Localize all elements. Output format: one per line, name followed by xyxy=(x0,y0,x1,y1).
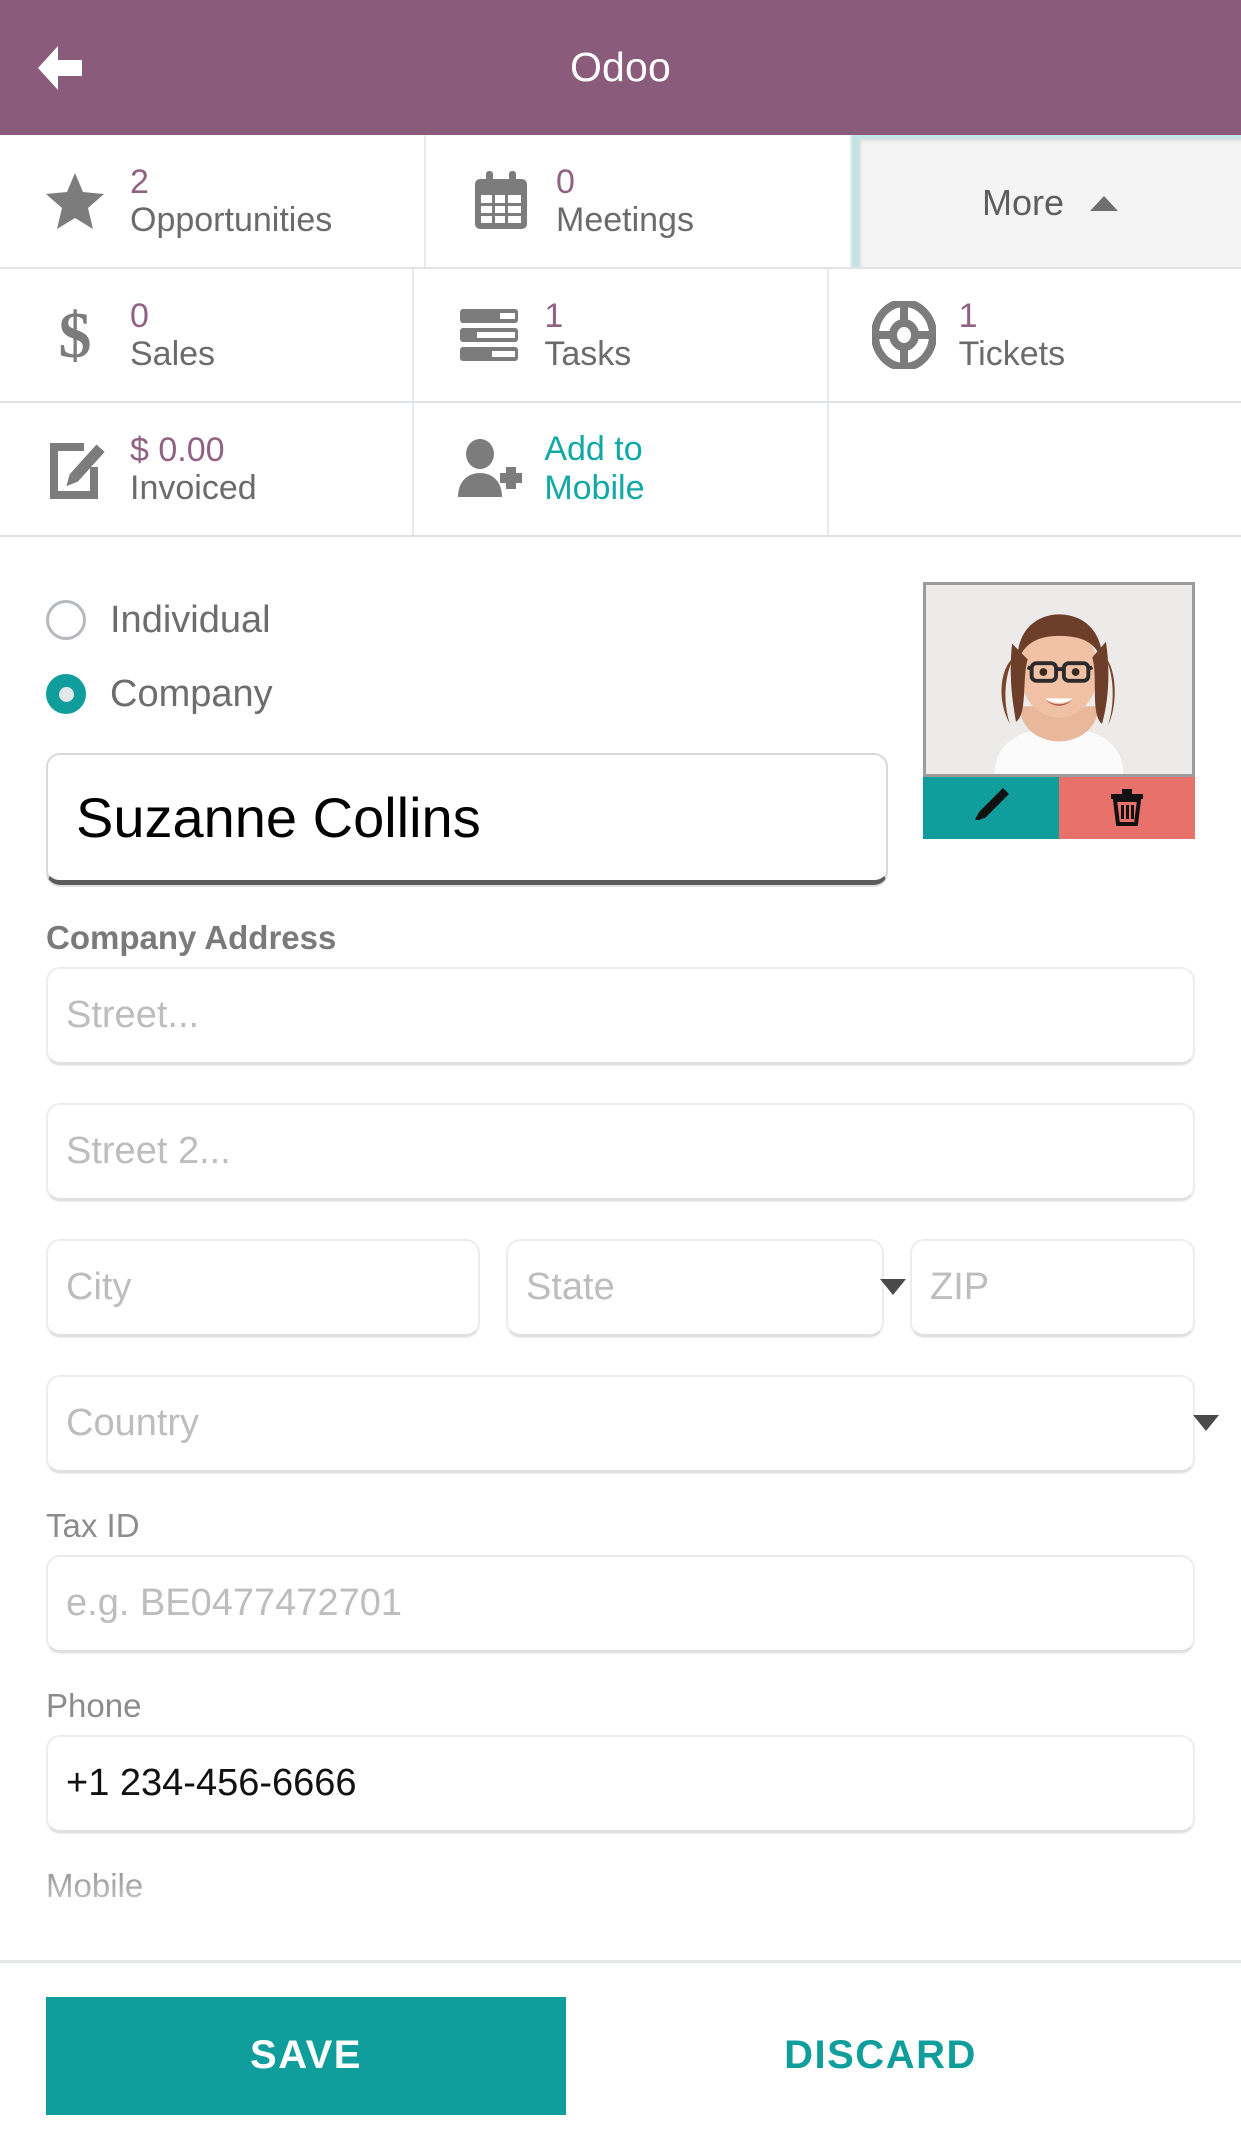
stat-label: Tickets xyxy=(958,335,1066,373)
form-action-bar: SAVE DISCARD xyxy=(0,1960,1241,2148)
tax-id-input[interactable] xyxy=(66,1582,1175,1625)
stat-text: 2 Opportunities xyxy=(130,163,332,239)
back-arrow-icon xyxy=(32,42,88,94)
stat-row: $ 0 Sales 1 Tasks 1 Tickets xyxy=(0,269,1241,403)
trash-icon xyxy=(1108,786,1146,831)
stat-label: Sales xyxy=(130,335,216,373)
tax-id-field[interactable] xyxy=(46,1555,1195,1653)
city-field[interactable] xyxy=(46,1239,480,1337)
stat-value: 1 xyxy=(544,296,564,335)
save-button[interactable]: SAVE xyxy=(46,1996,566,2115)
stat-text: $ 0.00 Invoiced xyxy=(130,431,257,507)
stat-value: $ 0.00 xyxy=(130,430,225,469)
stat-row: $ 0.00 Invoiced Add to Mobile xyxy=(0,403,1241,537)
state-field[interactable] xyxy=(506,1239,884,1337)
state-input[interactable] xyxy=(526,1266,864,1309)
radio-individual-label: Individual xyxy=(110,598,271,641)
avatar[interactable] xyxy=(923,582,1195,777)
country-field[interactable] xyxy=(46,1375,1195,1473)
stat-button-invoiced[interactable]: $ 0.00 Invoiced xyxy=(0,403,415,535)
zip-field[interactable] xyxy=(910,1239,1195,1337)
company-address-label: Company Address xyxy=(46,919,337,956)
app-header: Odoo xyxy=(0,0,1241,135)
stat-label: Invoiced xyxy=(130,469,257,507)
invoice-pencil-icon xyxy=(42,436,108,502)
stat-text: 1 Tasks xyxy=(544,297,631,373)
stat-button-opportunities[interactable]: 2 Opportunities xyxy=(0,135,426,267)
star-icon xyxy=(42,168,108,234)
more-label: More xyxy=(981,182,1065,223)
street2-field[interactable] xyxy=(46,1103,1195,1201)
radio-individual[interactable] xyxy=(46,600,86,640)
street2-input[interactable] xyxy=(66,1130,1175,1173)
calendar-icon xyxy=(468,168,534,234)
odoo-contact-form-screen: Odoo 2 Opportunities 0 Meetings More $ 0… xyxy=(0,0,1241,2148)
stat-label: Meetings xyxy=(556,201,694,239)
avatar-edit-button[interactable] xyxy=(923,777,1059,839)
country-row xyxy=(46,1375,1219,1473)
contact-form-scroll-area[interactable]: Individual Company Suzanne Collins Compa… xyxy=(0,537,1241,1960)
stat-value: 0 xyxy=(556,162,575,201)
contact-name-field[interactable] xyxy=(46,753,888,885)
zip-input[interactable] xyxy=(930,1266,1175,1309)
svg-text:$: $ xyxy=(59,301,92,369)
stat-value: 0 xyxy=(130,296,149,335)
phone-label: Phone xyxy=(46,1687,142,1724)
caret-down-icon[interactable] xyxy=(1193,1415,1219,1431)
stat-row: 2 Opportunities 0 Meetings More xyxy=(0,135,1241,269)
chevron-up-icon xyxy=(1090,195,1119,211)
stat-text: 1 Tickets xyxy=(959,297,1065,373)
stat-value: 2 xyxy=(130,162,149,201)
country-input[interactable] xyxy=(66,1402,1175,1445)
add-to-mobile-button[interactable]: Add to Mobile xyxy=(414,403,829,535)
stat-button-sales[interactable]: $ 0 Sales xyxy=(0,269,415,401)
radio-company[interactable] xyxy=(46,674,86,714)
stat-button-meetings[interactable]: 0 Meetings xyxy=(426,135,852,267)
dollar-icon: $ xyxy=(42,301,108,369)
contact-name-input[interactable] xyxy=(76,785,858,850)
tasks-icon xyxy=(456,302,522,368)
add-to-mobile-line1: Add to xyxy=(544,430,643,469)
page-title: Odoo xyxy=(569,44,672,90)
discard-button[interactable]: DISCARD xyxy=(566,1997,1195,2115)
stat-button-tickets[interactable]: 1 Tickets xyxy=(828,269,1241,401)
stat-label: Opportunities xyxy=(130,201,333,239)
mobile-label: Mobile xyxy=(46,1867,144,1904)
add-person-icon xyxy=(456,436,523,502)
pencil-icon xyxy=(971,786,1011,831)
phone-field[interactable] xyxy=(46,1735,1195,1833)
street-field[interactable] xyxy=(46,967,1195,1065)
contact-photo xyxy=(926,585,1192,774)
street-input[interactable] xyxy=(66,994,1175,1037)
city-state-zip-row xyxy=(46,1239,1195,1337)
city-input[interactable] xyxy=(66,1266,460,1309)
stat-cell-empty xyxy=(828,403,1241,535)
avatar-delete-button[interactable] xyxy=(1059,777,1195,839)
stat-label: Tasks xyxy=(544,335,632,373)
stat-text: 0 Sales xyxy=(130,297,215,373)
add-to-mobile-label: Add to Mobile xyxy=(544,430,644,508)
back-button[interactable] xyxy=(0,0,120,135)
avatar-actions xyxy=(923,777,1195,839)
add-to-mobile-line2: Mobile xyxy=(544,469,645,507)
caret-down-icon[interactable] xyxy=(880,1279,906,1295)
more-toggle-button[interactable]: More xyxy=(852,135,1241,267)
lifebuoy-icon xyxy=(871,301,937,369)
radio-company-label: Company xyxy=(110,672,273,715)
stat-value: 1 xyxy=(958,296,978,335)
stat-button-grid: 2 Opportunities 0 Meetings More $ 0 Sale… xyxy=(0,135,1241,537)
tax-id-label: Tax ID xyxy=(46,1507,140,1544)
stat-button-tasks[interactable]: 1 Tasks xyxy=(414,269,829,401)
phone-input[interactable] xyxy=(66,1762,1175,1805)
avatar-block xyxy=(923,582,1195,839)
stat-text: 0 Meetings xyxy=(556,163,694,239)
